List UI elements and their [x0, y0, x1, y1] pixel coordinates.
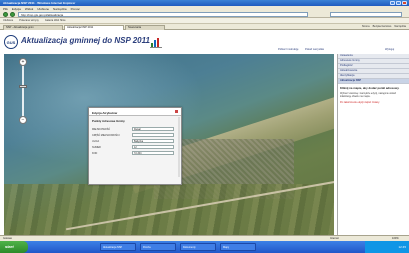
menu-item-help[interactable]: Pomoc — [71, 7, 80, 11]
app-viewport: GUS Aktualizacja gminnej do NSP 2011 Pob… — [0, 30, 409, 241]
field-input[interactable]: Rewal — [132, 126, 174, 132]
minimize-button[interactable] — [390, 1, 395, 5]
field-input[interactable]: Bałtycka — [132, 138, 174, 144]
zoom-in-button[interactable]: + — [19, 58, 27, 66]
gus-logo: GUS — [4, 35, 18, 49]
command-page[interactable]: Strona — [362, 25, 370, 28]
favorites-link[interactable]: Ulubione — [3, 19, 13, 22]
logout-link[interactable]: Wyloguj — [385, 48, 394, 51]
favorites-link[interactable]: Galeria Web Slice — [45, 19, 66, 22]
taskbar-item[interactable]: Aktualizacja NSP — [100, 243, 136, 251]
taskbar-item[interactable]: Dokumenty — [180, 243, 216, 251]
field-input[interactable]: 72-344 — [132, 150, 174, 156]
search-input[interactable] — [330, 12, 402, 17]
dialog-subtitle: Punkty Adresowe Gminy — [92, 119, 125, 123]
back-icon[interactable] — [3, 12, 8, 17]
field-label: MIEJSCOWOŚĆ — [92, 127, 111, 131]
field-input[interactable]: 12 — [132, 144, 174, 150]
taskbar: start Aktualizacja NSP Poczta Dokumenty … — [0, 241, 409, 253]
close-icon[interactable] — [175, 110, 178, 113]
field-label: NUMER — [92, 145, 101, 149]
instructions-link[interactable]: Pobierz instrukcję — [278, 48, 298, 51]
field-label: ULICA — [92, 139, 100, 143]
field-input[interactable] — [132, 132, 174, 138]
url-input[interactable]: http://nsp.gis.gov.pl/aktualizacja — [18, 12, 308, 17]
zoom-slider-track[interactable] — [22, 63, 24, 118]
panel-warning: Po zakończeniu edycji zapisz zmiany. — [340, 101, 380, 105]
start-button[interactable]: start — [0, 241, 28, 253]
menu-item-edit[interactable]: Edycja — [12, 7, 21, 11]
dialog-scrollbar[interactable] — [178, 117, 180, 177]
field-label: KOD — [92, 151, 98, 155]
panel-body-title: Kliknij na mapie, aby dodać punkt adreso… — [340, 86, 400, 90]
zoom-slider-thumb[interactable] — [19, 85, 27, 88]
address-bar: http://nsp.gis.gov.pl/aktualizacja — [0, 11, 409, 18]
zoom-out-button[interactable]: − — [19, 116, 27, 124]
menu-item-view[interactable]: Widok — [25, 7, 33, 11]
close-button[interactable] — [402, 1, 407, 5]
command-bar: Strona Bezpieczeństwo Narzędzia — [362, 25, 406, 28]
system-tray-clock: 12:45 — [365, 241, 409, 253]
forward-icon[interactable] — [10, 12, 15, 17]
field-row: KOD 72-344 — [89, 150, 181, 156]
attribute-edit-dialog: Edycja Atrybutów Punkty Adresowe Gminy M… — [88, 107, 182, 185]
command-security[interactable]: Bezpieczeństwo — [373, 25, 392, 28]
side-panel: Ustawienia Adresowe Gminy Podległość Akt… — [337, 54, 409, 241]
menu-item-file[interactable]: Plik — [3, 7, 8, 11]
field-label: CZĘŚĆ MIEJSCOWOŚCI — [92, 133, 120, 137]
dialog-title: Edycja Atrybutów — [89, 108, 181, 116]
menu-item-tools[interactable]: Narzędzia — [53, 7, 67, 11]
farm-fields — [4, 184, 334, 241]
favorites-link[interactable]: Polecane witryny — [19, 19, 39, 22]
taskbar-item[interactable]: Mapy — [220, 243, 256, 251]
menu-item-favorites[interactable]: Ulubione — [37, 7, 49, 11]
window-title: Aktualizacja NSP 2011 - Windows Internet… — [3, 1, 76, 5]
page-title: Aktualizacja gminnej do NSP 2011 — [21, 36, 150, 45]
app-header: GUS Aktualizacja gminnej do NSP 2011 Pob… — [0, 30, 409, 54]
panel-body-text: Wybierz warstwę i narzędzie edycji, nast… — [340, 92, 397, 99]
taskbar-item[interactable]: Poczta — [140, 243, 176, 251]
panel-body: Kliknij na mapie, aby dodać punkt adreso… — [338, 84, 409, 107]
bar-chart-icon — [150, 38, 162, 48]
command-tools[interactable]: Narzędzia — [394, 25, 406, 28]
maximize-button[interactable] — [396, 1, 401, 5]
show-all-link[interactable]: Pokaż wszystkie — [305, 48, 324, 51]
